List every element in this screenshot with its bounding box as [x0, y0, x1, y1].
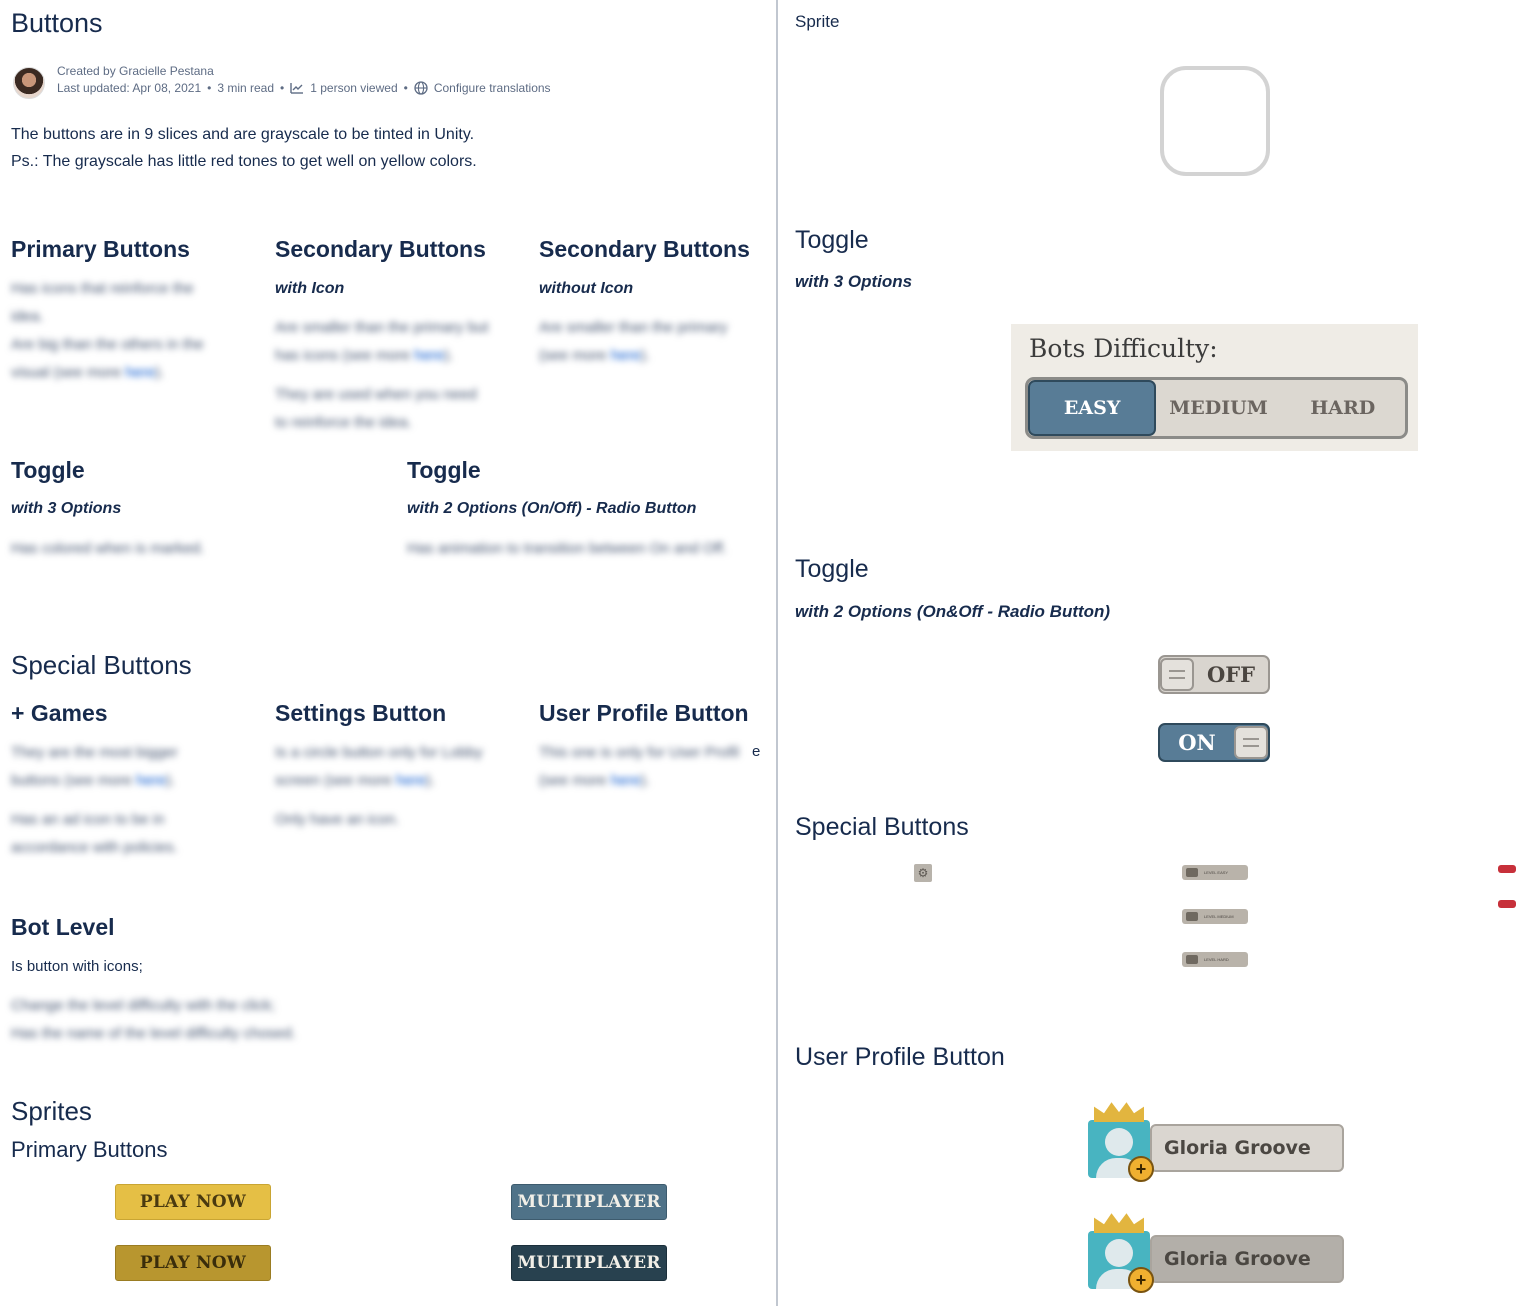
right-toggle-3-sub: with 3 Options [795, 272, 913, 291]
gear-icon[interactable]: ⚙ [914, 864, 932, 882]
user-profile-text-tail: e [752, 743, 761, 760]
right-special-buttons-heading: Special Buttons [795, 813, 969, 841]
intro-line-1: The buttons are in 9 slices and are gray… [11, 126, 475, 143]
last-updated[interactable]: Last updated: Apr 08, 2021 [57, 81, 201, 95]
toggle-2-heading: Toggle [407, 457, 481, 483]
bot-level-heading: Bot Level [11, 914, 115, 940]
difficulty-segmented-toggle[interactable]: EASY MEDIUM HARD [1025, 377, 1408, 439]
difficulty-option-hard[interactable]: HARD [1281, 380, 1405, 436]
nine-slice-sprite [1160, 66, 1270, 176]
multiplayer-button[interactable]: MULTIPLAYER [511, 1184, 667, 1220]
author-avatar[interactable] [13, 67, 45, 99]
bot-level-easy-button[interactable]: LEVEL EASY [1182, 865, 1248, 880]
settings-description: Is a circle button only for Lobby screen… [275, 744, 483, 828]
toggle-knob-icon [1234, 726, 1268, 759]
toggle-2-description: Has animation to transition between On a… [407, 540, 727, 557]
primary-buttons-heading: Primary Buttons [11, 236, 190, 262]
plus-icon: + [1128, 1267, 1154, 1293]
bots-difficulty-panel: Bots Difficulty: EASY MEDIUM HARD [1011, 324, 1418, 451]
right-toggle-2-heading: Toggle [795, 555, 869, 583]
ad-badge [1498, 900, 1516, 908]
ad-badge [1498, 865, 1516, 873]
user-profile-heading: User Profile Button [539, 700, 749, 726]
toggle-2-sub: with 2 Options (On/Off) - Radio Button [407, 500, 697, 517]
chart-line-icon [290, 83, 304, 94]
user-profile-button-pressed[interactable]: Gloria Groove + [1088, 1211, 1346, 1301]
toggle-on-label: ON [1178, 730, 1216, 755]
secondary-without-icon-sub: without Icon [539, 280, 634, 297]
user-profile-button[interactable]: Gloria Groove + [1088, 1100, 1346, 1190]
profile-name-plate: Gloria Groove [1150, 1124, 1344, 1172]
games-heading: + Games [11, 700, 108, 726]
secondary-with-icon-sub: with Icon [275, 280, 345, 297]
difficulty-option-medium[interactable]: MEDIUM [1156, 380, 1280, 436]
settings-button-heading: Settings Button [275, 700, 447, 726]
bot-level-description: Change the level difficulty with the cli… [11, 997, 296, 1042]
read-time: 3 min read [217, 81, 275, 95]
user-profile-description: This one is only for User Profil (see mo… [539, 744, 740, 789]
secondary-without-icon-heading: Secondary Buttons [539, 236, 750, 262]
created-by[interactable]: Created by Gracielle Pestana [57, 64, 214, 78]
games-description: They are the most bigger buttons (see mo… [11, 744, 178, 856]
right-user-profile-heading: User Profile Button [795, 1043, 1005, 1071]
toggle-knob-icon [1160, 658, 1194, 691]
bots-difficulty-title: Bots Difficulty: [1029, 334, 1218, 363]
toggle-off-switch[interactable]: OFF [1158, 655, 1270, 694]
crown-icon [1094, 1102, 1144, 1122]
plus-icon: + [1128, 1156, 1154, 1182]
toggle-on-switch[interactable]: ON [1158, 723, 1270, 762]
profile-name-plate: Gloria Groove [1150, 1235, 1344, 1283]
crown-icon [1094, 1213, 1144, 1233]
toggle-3-sub: with 3 Options [11, 500, 122, 517]
intro-line-2: Ps.: The grayscale has little red tones … [11, 153, 477, 170]
toggle-3-heading: Toggle [11, 457, 85, 483]
secondary-with-icon-heading: Secondary Buttons [275, 236, 486, 262]
page-title: Buttons [11, 8, 103, 38]
robot-icon [1186, 955, 1198, 964]
play-now-button[interactable]: PLAY NOW [115, 1184, 271, 1220]
bot-level-medium-button[interactable]: LEVEL MEDIUM [1182, 909, 1248, 924]
column-divider [776, 0, 778, 1306]
toggle-off-label: OFF [1206, 662, 1256, 687]
sprites-heading: Sprites [11, 1096, 92, 1126]
sprite-label: Sprite [795, 12, 840, 31]
globe-icon [414, 81, 428, 95]
right-toggle-3-heading: Toggle [795, 226, 869, 254]
bot-level-hard-button[interactable]: LEVEL HARD [1182, 952, 1248, 967]
sprites-primary-heading: Primary Buttons [11, 1137, 168, 1162]
secondary-without-icon-description: Are smaller than the primary (see more h… [539, 319, 728, 364]
robot-icon [1186, 868, 1198, 877]
robot-icon [1186, 912, 1198, 921]
configure-translations-link[interactable]: Configure translations [434, 81, 551, 95]
page-meta-row: Last updated: Apr 08, 2021 • 3 min read … [57, 81, 551, 95]
bot-level-intro: Is button with icons; [11, 958, 143, 975]
difficulty-option-easy[interactable]: EASY [1028, 380, 1157, 436]
toggle-3-description: Has colored when is marked. [11, 540, 205, 557]
right-toggle-2-sub: with 2 Options (On&Off - Radio Button) [795, 602, 1111, 621]
special-buttons-heading: Special Buttons [11, 650, 192, 680]
play-now-button-pressed[interactable]: PLAY NOW [115, 1245, 271, 1281]
primary-description: Has icons that reinforce the idea. Are b… [11, 280, 204, 381]
viewers-link[interactable]: 1 person viewed [310, 81, 397, 95]
multiplayer-button-pressed[interactable]: MULTIPLAYER [511, 1245, 667, 1281]
secondary-with-icon-description: Are smaller than the primary but has ico… [275, 319, 489, 431]
